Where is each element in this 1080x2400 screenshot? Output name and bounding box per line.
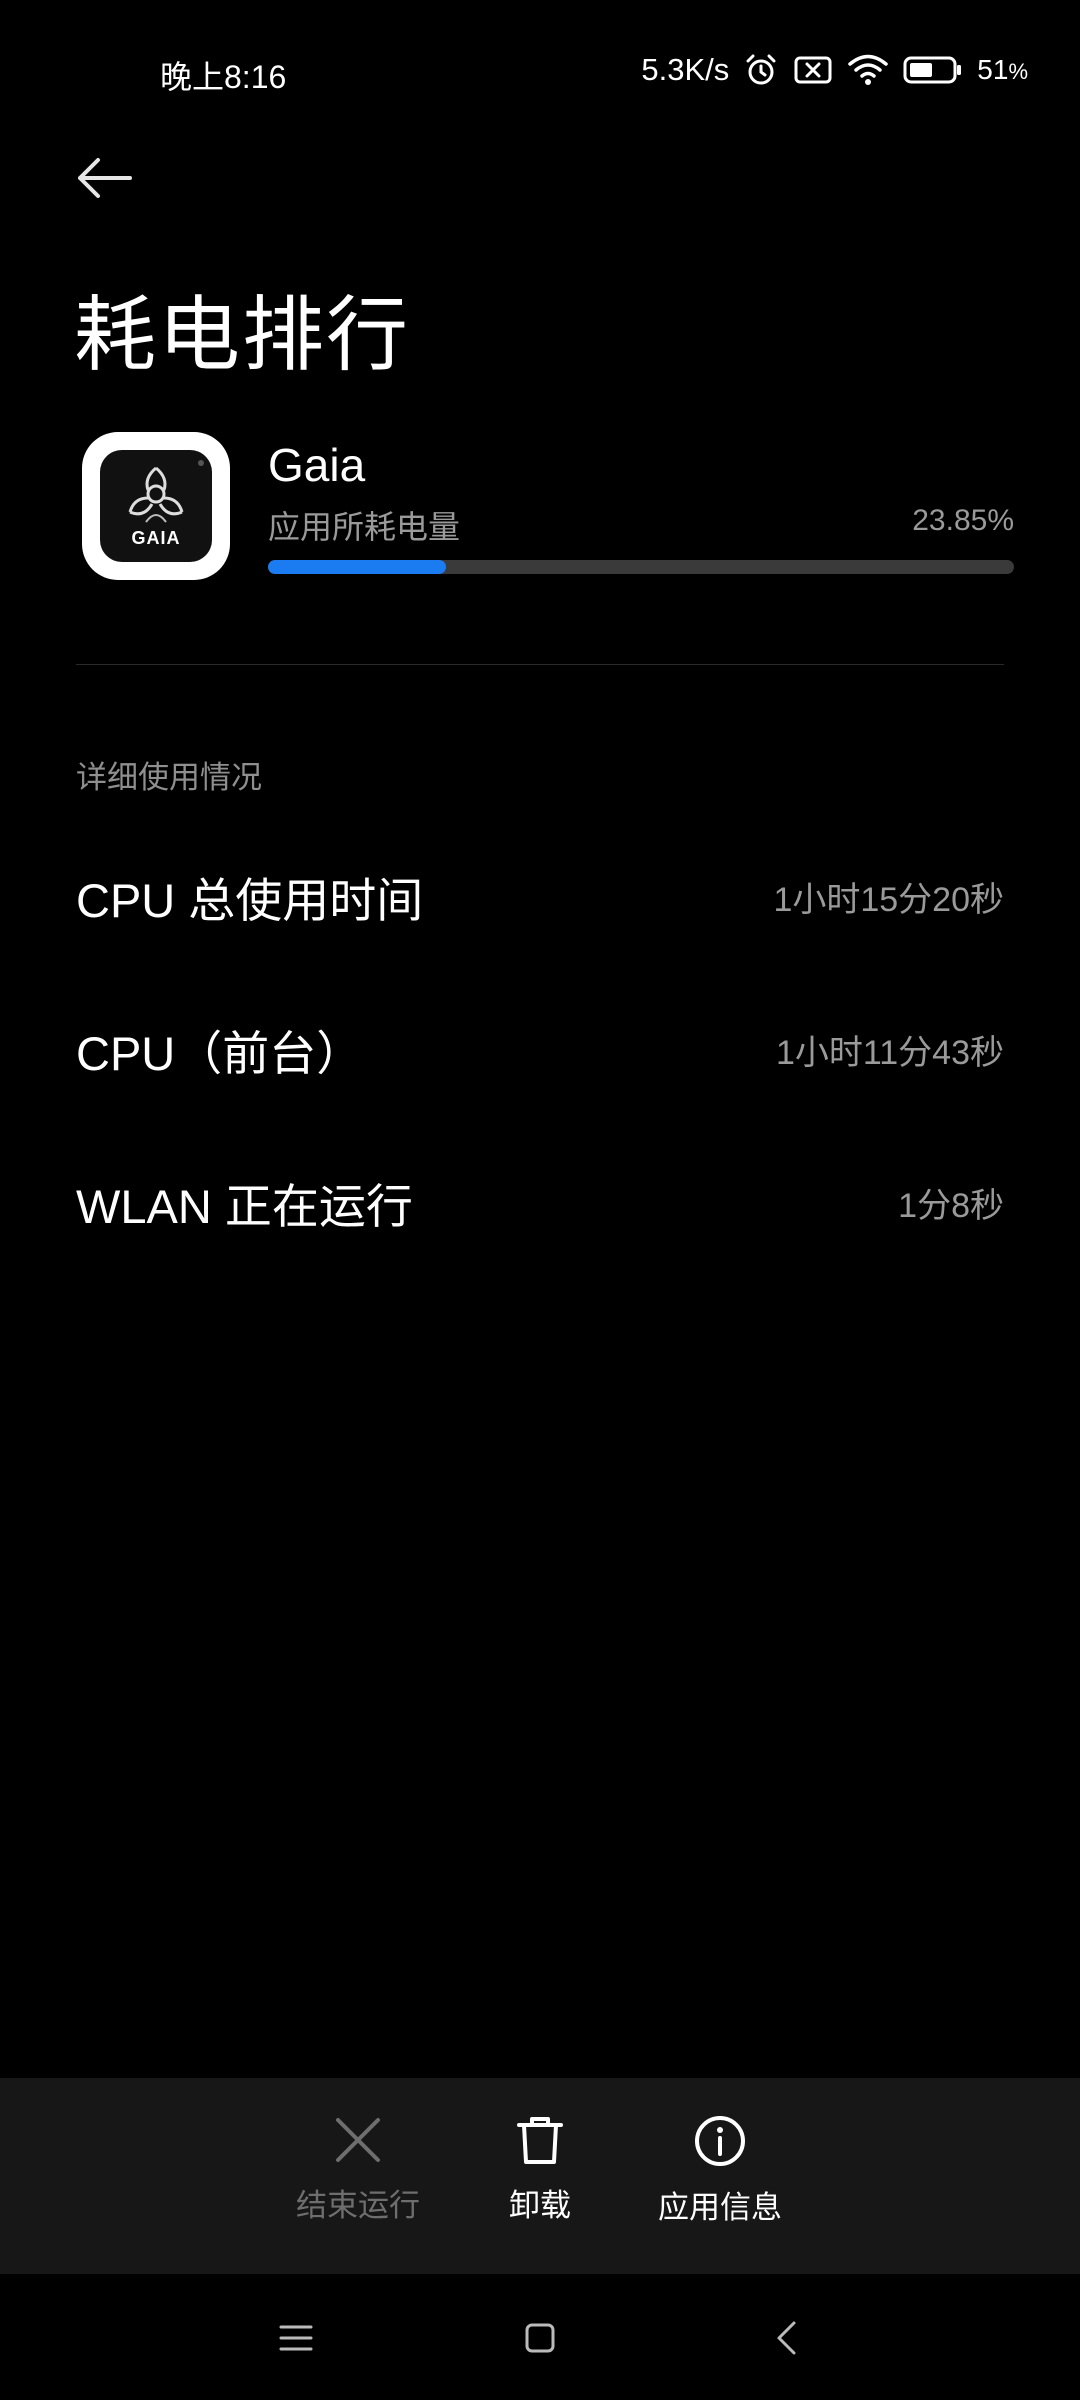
back-icon bbox=[777, 2321, 796, 2355]
divider bbox=[76, 664, 1004, 665]
detail-row-cpu-foreground: CPU（前台） 1小时11分43秒 bbox=[76, 1015, 1004, 1084]
force-stop-label: 结束运行 bbox=[296, 2188, 420, 2223]
wifi-icon bbox=[847, 53, 889, 87]
battery-icon bbox=[903, 55, 963, 85]
close-icon bbox=[336, 2118, 380, 2162]
detail-row-wlan: WLAN 正在运行 1分8秒 bbox=[76, 1168, 1004, 1237]
battery-percent: 51% bbox=[977, 54, 1028, 85]
nav-back-button[interactable] bbox=[756, 2308, 816, 2368]
usage-progress-bar bbox=[268, 560, 1014, 574]
detail-row-cpu-total: CPU 总使用时间 1小时15分20秒 bbox=[76, 862, 1004, 931]
app-icon: GAIA bbox=[82, 432, 230, 580]
detail-value: 1小时11分43秒 bbox=[775, 1034, 1004, 1072]
section-title: 详细使用情况 bbox=[76, 760, 262, 795]
app-name: Gaia bbox=[268, 439, 366, 491]
biohazard-logo-icon bbox=[128, 466, 184, 523]
app-icon-logo: GAIA bbox=[100, 450, 212, 562]
nav-menu-button[interactable] bbox=[266, 2308, 326, 2368]
back-button[interactable] bbox=[74, 148, 144, 208]
menu-icon bbox=[279, 2325, 313, 2351]
trash-icon bbox=[517, 2117, 563, 2164]
detail-label: CPU 总使用时间 bbox=[76, 874, 424, 927]
sim-off-icon bbox=[793, 54, 833, 86]
net-speed: 5.3K/s bbox=[641, 52, 730, 87]
usage-progress-fill bbox=[268, 560, 446, 574]
detail-label: CPU（前台） bbox=[76, 1027, 364, 1080]
status-icons: 5.3K/s 51% bbox=[641, 52, 1028, 88]
force-stop-button[interactable]: 结束运行 bbox=[268, 2114, 448, 2225]
uninstall-label: 卸载 bbox=[509, 2188, 571, 2223]
page-title: 耗电排行 bbox=[74, 290, 411, 381]
app-info-button[interactable]: 应用信息 bbox=[630, 2114, 810, 2227]
detail-label: WLAN 正在运行 bbox=[76, 1180, 413, 1233]
detail-value: 1小时15分20秒 bbox=[773, 881, 1004, 919]
home-icon bbox=[525, 2323, 555, 2353]
alarm-icon bbox=[743, 52, 779, 88]
arrow-left-icon bbox=[78, 158, 132, 198]
status-time: 晚上8:16 bbox=[160, 59, 287, 95]
app-info-label: 应用信息 bbox=[658, 2190, 782, 2225]
nav-home-button[interactable] bbox=[510, 2308, 570, 2368]
detail-value: 1分8秒 bbox=[898, 1187, 1004, 1225]
uninstall-button[interactable]: 卸载 bbox=[450, 2114, 630, 2225]
app-usage-label: 应用所耗电量 bbox=[268, 509, 461, 545]
app-usage-percent: 23.85% bbox=[912, 504, 1014, 537]
info-icon bbox=[695, 2116, 745, 2166]
app-icon-text: GAIA bbox=[131, 527, 181, 548]
